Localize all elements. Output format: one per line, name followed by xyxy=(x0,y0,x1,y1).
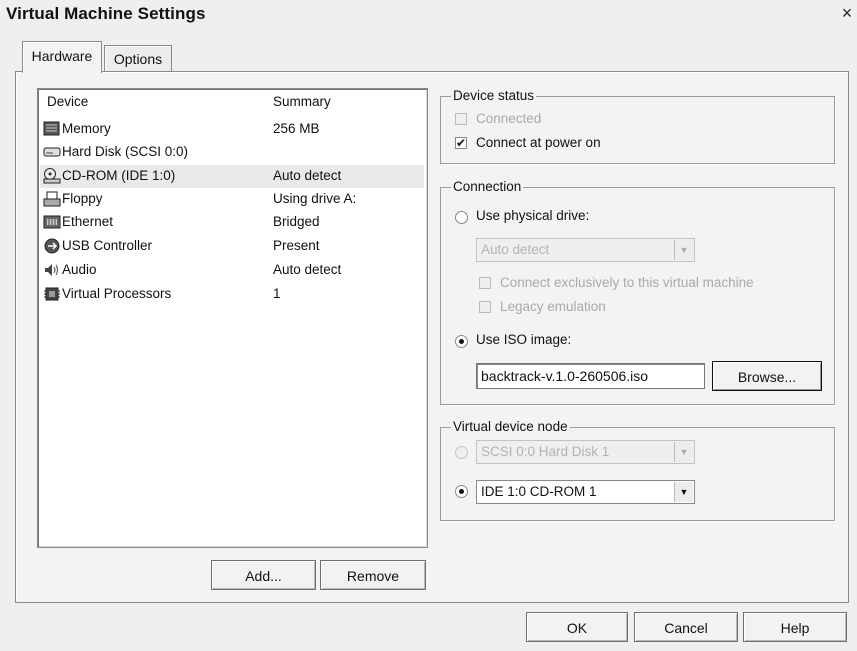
list-item-ethernet[interactable]: Ethernet Bridged xyxy=(40,211,424,234)
list-item-hard-disk[interactable]: Hard Disk (SCSI 0:0) xyxy=(40,141,424,164)
add-button[interactable]: Add... xyxy=(211,560,316,590)
use-iso-image-radio[interactable] xyxy=(455,335,468,348)
ide-node-value: IDE 1:0 CD-ROM 1 xyxy=(481,484,597,499)
column-header-device[interactable]: Device xyxy=(47,94,88,109)
device-summary: 256 MB xyxy=(273,121,320,136)
tab-hardware[interactable]: Hardware xyxy=(22,41,102,73)
device-name: Floppy xyxy=(62,191,103,206)
ide-node-select[interactable]: IDE 1:0 CD-ROM 1 ▼ xyxy=(476,480,695,504)
list-item-memory[interactable]: Memory 256 MB xyxy=(40,118,424,141)
device-summary: Bridged xyxy=(273,214,320,229)
column-header-summary[interactable]: Summary xyxy=(273,94,331,109)
close-icon[interactable]: × xyxy=(838,4,856,24)
tab-options[interactable]: Options xyxy=(104,45,172,72)
processor-icon xyxy=(43,286,61,302)
list-item-audio[interactable]: Audio Auto detect xyxy=(40,259,424,282)
virtual-device-node-label: Virtual device node xyxy=(451,419,570,435)
device-name: CD-ROM (IDE 1:0) xyxy=(62,168,176,183)
window-title: Virtual Machine Settings xyxy=(6,4,206,23)
device-name: Hard Disk (SCSI 0:0) xyxy=(62,144,189,159)
list-item-usb-controller[interactable]: USB Controller Present xyxy=(40,235,424,258)
scsi-node-value: SCSI 0:0 Hard Disk 1 xyxy=(481,444,610,459)
list-item-floppy[interactable]: Floppy Using drive A: xyxy=(40,188,424,211)
physical-drive-value: Auto detect xyxy=(481,242,550,257)
list-header: Device Summary xyxy=(38,89,427,111)
usb-icon xyxy=(43,238,61,254)
device-summary: Using drive A: xyxy=(273,191,357,206)
device-name: Memory xyxy=(62,121,111,136)
device-name: USB Controller xyxy=(62,238,153,253)
legacy-emulation-label: Legacy emulation xyxy=(500,299,606,314)
cdrom-icon xyxy=(43,168,61,184)
remove-button[interactable]: Remove xyxy=(320,560,426,590)
memory-icon xyxy=(43,121,61,137)
connection-label: Connection xyxy=(451,179,524,195)
device-status-label: Device status xyxy=(451,88,537,104)
chevron-down-icon: ▼ xyxy=(674,442,693,462)
connect-exclusively-checkbox[interactable] xyxy=(479,277,491,289)
device-summary: Auto detect xyxy=(273,262,342,277)
device-status-group xyxy=(440,96,835,164)
connect-at-power-on-checkbox[interactable]: ✔ xyxy=(455,137,467,149)
floppy-icon xyxy=(43,191,61,207)
list-item-virtual-processors[interactable]: Virtual Processors 1 xyxy=(40,283,424,306)
use-iso-image-label: Use ISO image: xyxy=(476,332,572,347)
device-summary: Present xyxy=(273,238,320,253)
device-name: Virtual Processors xyxy=(62,286,172,301)
chevron-down-icon: ▼ xyxy=(674,240,693,260)
connect-at-power-on-label: Connect at power on xyxy=(476,135,601,150)
physical-drive-select[interactable]: Auto detect ▼ xyxy=(476,238,695,262)
device-list[interactable]: Device Summary Memory 256 MB Hard Disk (… xyxy=(37,88,428,548)
device-summary: Auto detect xyxy=(273,168,342,183)
list-item-cdrom[interactable]: CD-ROM (IDE 1:0) Auto detect xyxy=(40,165,424,188)
device-name: Ethernet xyxy=(62,214,114,229)
ide-node-radio[interactable] xyxy=(455,485,468,498)
legacy-emulation-checkbox[interactable] xyxy=(479,301,491,313)
device-summary: 1 xyxy=(273,286,281,301)
ethernet-icon xyxy=(43,214,61,230)
use-physical-drive-radio[interactable] xyxy=(455,211,468,224)
cancel-button[interactable]: Cancel xyxy=(634,612,738,642)
iso-path-input[interactable]: backtrack-v.1.0-260506.iso xyxy=(476,363,705,389)
audio-icon xyxy=(43,262,61,278)
hard-disk-icon xyxy=(43,144,61,160)
device-name: Audio xyxy=(62,262,97,277)
connected-checkbox[interactable] xyxy=(455,113,467,125)
ok-button[interactable]: OK xyxy=(526,612,628,642)
browse-button[interactable]: Browse... xyxy=(712,361,822,391)
connected-label: Connected xyxy=(476,111,542,126)
scsi-node-select[interactable]: SCSI 0:0 Hard Disk 1 ▼ xyxy=(476,440,695,464)
help-button[interactable]: Help xyxy=(743,612,847,642)
chevron-down-icon: ▼ xyxy=(674,482,693,502)
connect-exclusively-label: Connect exclusively to this virtual mach… xyxy=(500,275,754,290)
scsi-node-radio[interactable] xyxy=(455,446,468,459)
use-physical-drive-label: Use physical drive: xyxy=(476,208,590,223)
